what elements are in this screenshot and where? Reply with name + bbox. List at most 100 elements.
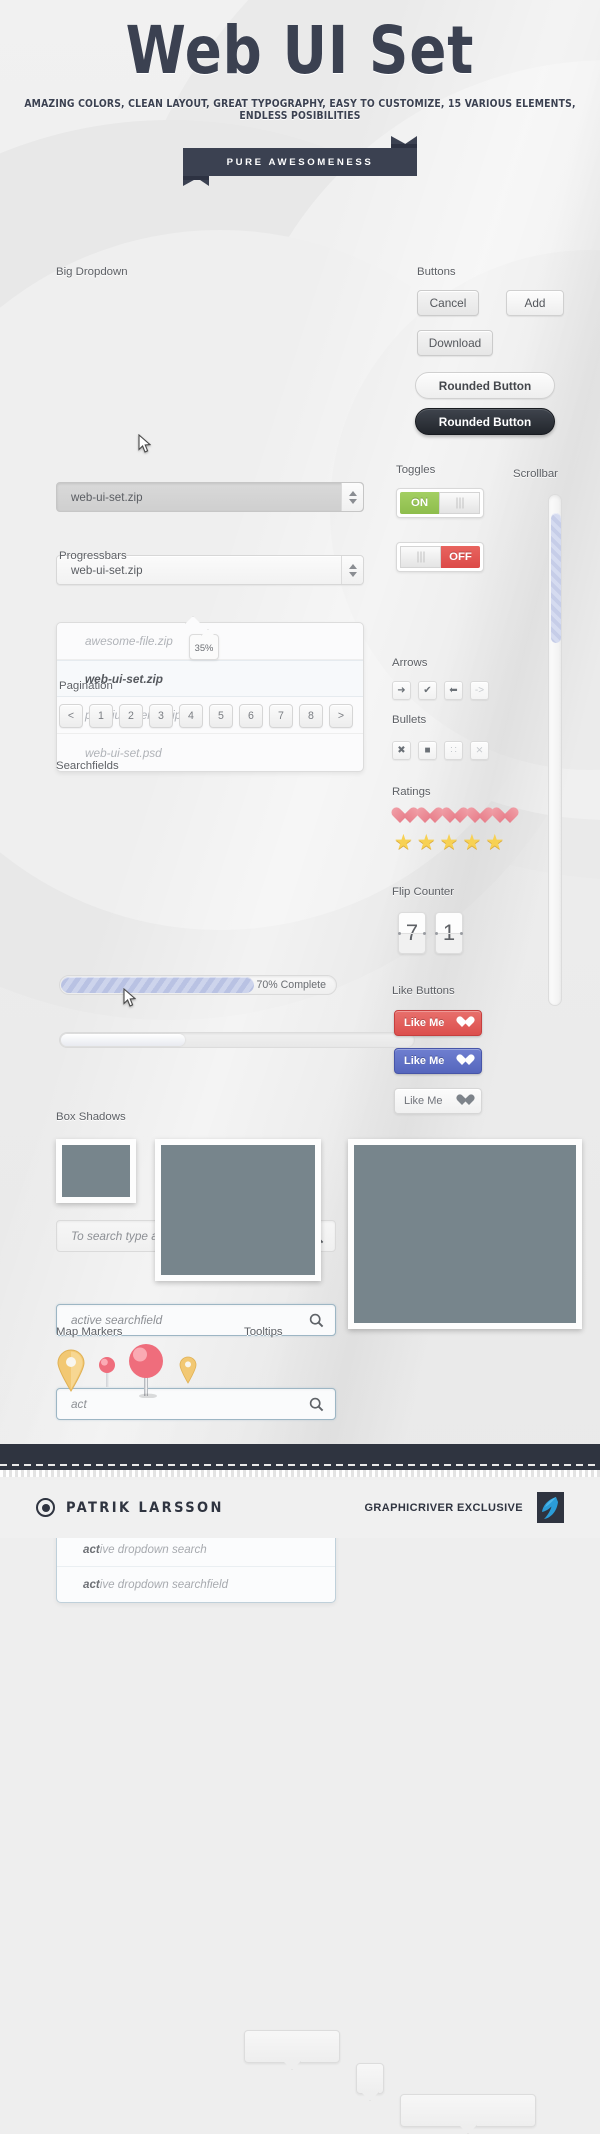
suggestion-rest: ive dropdown search — [99, 1542, 207, 1556]
pagination-label-wrap: Pagination — [59, 680, 113, 692]
map-pin-teardrop-large[interactable] — [56, 1348, 86, 1397]
toggle-off[interactable]: OFF — [396, 542, 484, 572]
map-pin-small-pink[interactable] — [98, 1355, 116, 1394]
dropdown-closed-value: web-ui-set.zip — [71, 490, 143, 504]
suggestion-prefix: act — [83, 1542, 100, 1556]
search-suggestion[interactable]: act ive dropdown searchfield — [57, 1567, 335, 1602]
searchfields-label-wrap: Searchfields — [56, 760, 119, 772]
pagination-page[interactable]: 5 — [209, 704, 233, 728]
star-icon[interactable]: ★ — [440, 832, 459, 853]
dropdown-closed[interactable]: web-ui-set.zip — [56, 482, 364, 512]
like-button-label: Like Me — [404, 1017, 445, 1029]
hero-header: Web UI Set AMAZING COLORS, CLEAN LAYOUT,… — [0, 0, 600, 190]
like-button-red[interactable]: Like Me — [394, 1010, 482, 1036]
heart-icon[interactable] — [445, 808, 464, 825]
scrollbar-label: Scrollbar — [513, 468, 558, 480]
heart-icon — [459, 1095, 472, 1107]
flip-counter-label: Flip Counter — [392, 886, 455, 898]
scrollbar-thumb[interactable] — [551, 513, 561, 643]
progressbar-caption: 70% Complete — [256, 979, 327, 991]
pagination-page[interactable]: 2 — [119, 704, 143, 728]
rounded-button-dark[interactable]: Rounded Button — [415, 408, 555, 435]
rounded-button-light[interactable]: Rounded Button — [415, 372, 555, 399]
heart-icon[interactable] — [420, 808, 439, 825]
star-icon[interactable]: ★ — [485, 832, 504, 853]
arrows-row: ➜ ✔ ⬅ -> — [392, 681, 489, 700]
map-pin-large-pink[interactable] — [126, 1342, 166, 1403]
like-button-blue[interactable]: Like Me — [394, 1048, 482, 1074]
like-buttons-label: Like Buttons — [392, 985, 455, 997]
add-button[interactable]: Add — [506, 290, 564, 316]
check-icon[interactable]: ✔ — [418, 681, 437, 700]
toggle-on[interactable]: ON — [396, 488, 484, 518]
pagination-label: Pagination — [59, 680, 113, 692]
rating-hearts[interactable] — [395, 808, 514, 825]
cross-bullet-icon[interactable]: ✖ — [392, 741, 411, 760]
heart-icon[interactable] — [470, 808, 489, 825]
slider-value-text: 35% — [194, 641, 214, 653]
footer-author: PATRIK LARSSON — [36, 1498, 224, 1517]
footer-dashed-line — [0, 1464, 600, 1466]
map-pin-teardrop-small[interactable] — [179, 1356, 197, 1389]
author-name: PATRIK LARSSON — [66, 1499, 224, 1516]
flip-counter: 7 1 — [398, 912, 463, 954]
search-icon[interactable] — [303, 1397, 329, 1412]
toggle-knob[interactable] — [400, 546, 441, 568]
star-icon[interactable]: ★ — [394, 832, 413, 853]
tooltip-large — [400, 2094, 536, 2134]
search-active-value: active searchfield — [71, 1313, 163, 1327]
star-icon[interactable]: ★ — [417, 832, 436, 853]
heart-icon[interactable] — [495, 808, 514, 825]
pagination-page[interactable]: 6 — [239, 704, 263, 728]
dotted-square-bullet-icon[interactable]: ∷ — [444, 741, 463, 760]
slider-track[interactable] — [59, 1032, 415, 1048]
tooltips-label: Tooltips — [244, 1326, 283, 1338]
toggle-knob[interactable] — [439, 492, 480, 514]
progressbars-label: Progressbars — [59, 550, 127, 562]
pagination-prev[interactable]: < — [59, 704, 83, 728]
scrollbar-label-wrap: Scrollbar — [513, 468, 558, 480]
bullets-label-wrap: Bullets — [392, 714, 426, 726]
cancel-button[interactable]: Cancel — [417, 290, 479, 316]
like-button-plain[interactable]: Like Me — [394, 1088, 482, 1114]
hero-subtitle: AMAZING COLORS, CLEAN LAYOUT, GREAT TYPO… — [24, 98, 576, 122]
arrow-right-thin-icon[interactable]: -> — [470, 681, 489, 700]
ratings-label: Ratings — [392, 786, 431, 798]
toggle-off-label: OFF — [441, 546, 480, 568]
dropdown-stepper-icon-2[interactable] — [341, 556, 363, 584]
mouse-cursor-icon — [138, 434, 151, 453]
buttons-label: Buttons — [417, 266, 456, 278]
mouse-cursor-icon — [123, 988, 136, 1007]
box-shadows-label: Box Shadows — [56, 1111, 126, 1123]
heart-icon[interactable] — [395, 808, 414, 825]
pagination-page[interactable]: 8 — [299, 704, 323, 728]
flip-counter-label-wrap: Flip Counter — [392, 886, 454, 898]
rating-stars[interactable]: ★ ★ ★ ★ ★ — [394, 832, 504, 853]
dropdown-stepper-icon[interactable] — [341, 483, 363, 511]
arrow-left-icon[interactable]: ⬅ — [444, 681, 463, 700]
map-markers-label-wrap: Map Markers — [56, 1326, 122, 1338]
scrollbar-track[interactable] — [548, 494, 562, 1006]
pagination-page[interactable]: 7 — [269, 704, 293, 728]
square-bullet-icon[interactable]: ■ — [418, 741, 437, 760]
shadow-box-large — [348, 1139, 582, 1329]
cross-light-bullet-icon[interactable]: ⨯ — [470, 741, 489, 760]
footer-dark-bar — [0, 1444, 600, 1470]
arrows-label: Arrows — [392, 657, 428, 669]
toggles-label-wrap: Toggles — [396, 464, 435, 476]
pagination-next[interactable]: > — [329, 704, 353, 728]
search-icon[interactable] — [303, 1313, 329, 1328]
pagination-page[interactable]: 3 — [149, 704, 173, 728]
download-button[interactable]: Download — [417, 330, 493, 356]
tooltip-medium — [244, 2030, 340, 2070]
star-icon[interactable]: ★ — [462, 832, 481, 853]
like-button-label: Like Me — [404, 1095, 443, 1107]
toggles-label: Toggles — [396, 464, 436, 476]
slider-value-bubble: 35% — [189, 629, 219, 660]
arrows-label-wrap: Arrows — [392, 657, 427, 669]
arrow-right-icon[interactable]: ➜ — [392, 681, 411, 700]
pagination-page[interactable]: 4 — [179, 704, 203, 728]
exclusive-label: GRAPHICRIVER EXCLUSIVE — [364, 1501, 523, 1514]
pagination-page[interactable]: 1 — [89, 704, 113, 728]
progressbar-fill — [61, 977, 255, 993]
